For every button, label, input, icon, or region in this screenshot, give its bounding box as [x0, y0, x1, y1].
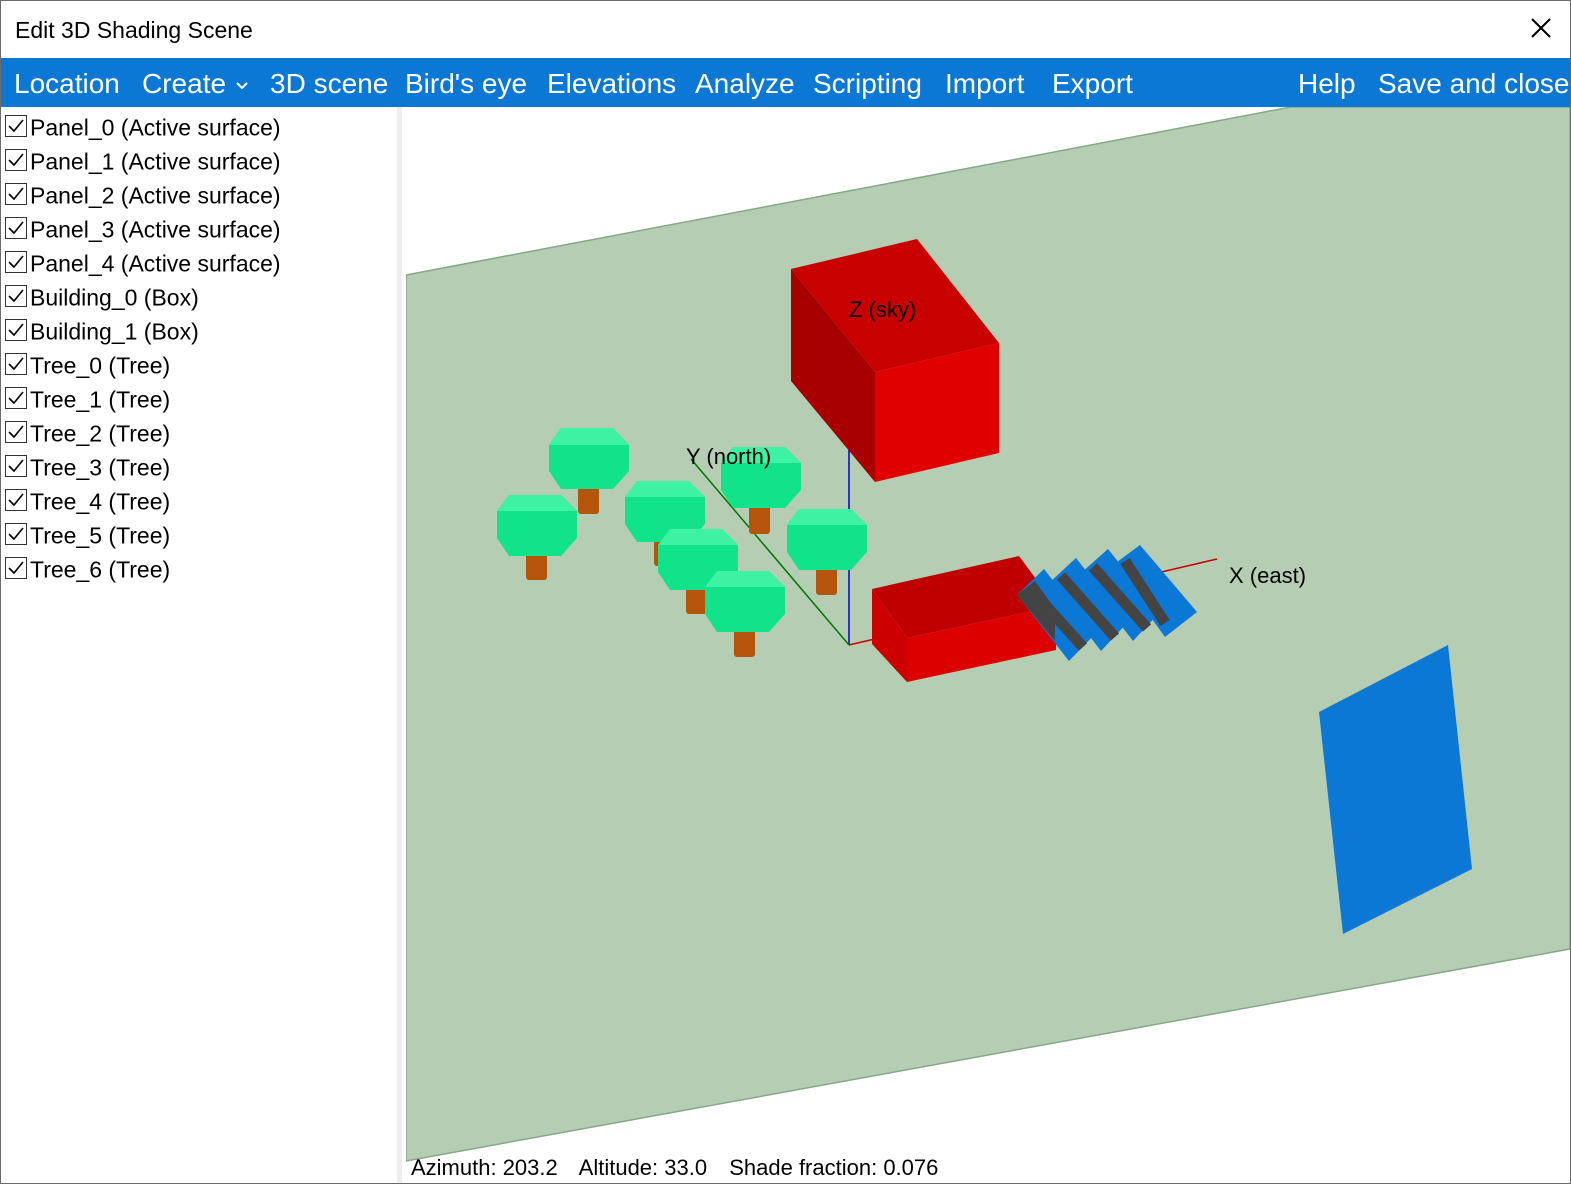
checkbox[interactable] — [5, 556, 27, 579]
menu-import[interactable]: Import — [945, 68, 1024, 100]
check-icon — [8, 221, 24, 235]
object-label: Panel_1 (Active surface) — [30, 148, 281, 175]
checkbox[interactable] — [5, 318, 27, 341]
object-row[interactable]: Panel_1 (Active surface) — [5, 147, 281, 177]
check-icon — [8, 425, 24, 439]
scene-canvas[interactable]: Z (sky) Y (north) X (east) — [406, 107, 1570, 1183]
checkbox[interactable] — [5, 250, 27, 273]
check-icon — [8, 391, 24, 405]
check-icon — [8, 561, 24, 575]
checkbox[interactable] — [5, 216, 27, 239]
menu-elevations[interactable]: Elevations — [547, 68, 676, 100]
check-icon — [8, 527, 24, 541]
shade-fraction-readout: Shade fraction: 0.076 — [729, 1155, 939, 1180]
3d-viewport[interactable]: Z (sky) Y (north) X (east) — [406, 107, 1570, 1183]
checkbox[interactable] — [5, 284, 27, 307]
menu-birds-eye[interactable]: Bird's eye — [405, 68, 527, 100]
object-label: Tree_4 (Tree) — [30, 488, 171, 515]
menu-help[interactable]: Help — [1298, 68, 1356, 100]
object-row[interactable]: Tree_3 (Tree) — [5, 453, 170, 483]
window-title: Edit 3D Shading Scene — [15, 17, 253, 43]
menu-location[interactable]: Location — [14, 68, 120, 100]
status-readout: Azimuth: 203.2 Altitude: 33.0 Shade frac… — [411, 1155, 954, 1181]
object-label: Tree_3 (Tree) — [30, 454, 171, 481]
menu-scripting[interactable]: Scripting — [813, 68, 922, 100]
check-icon — [8, 459, 24, 473]
chevron-down-icon — [236, 81, 248, 90]
menu-create[interactable]: Create — [142, 68, 248, 100]
menu-create-label: Create — [142, 68, 227, 99]
checkbox[interactable] — [5, 488, 27, 511]
object-label: Panel_2 (Active surface) — [30, 182, 281, 209]
checkbox[interactable] — [5, 148, 27, 171]
object-row[interactable]: Panel_0 (Active surface) — [5, 113, 281, 143]
object-row[interactable]: Tree_5 (Tree) — [5, 521, 170, 551]
title-bar: Edit 3D Shading Scene — [1, 1, 1570, 57]
object-row[interactable]: Tree_6 (Tree) — [5, 555, 170, 585]
checkbox[interactable] — [5, 386, 27, 409]
menu-export[interactable]: Export — [1052, 68, 1133, 100]
checkbox[interactable] — [5, 182, 27, 205]
object-row[interactable]: Panel_3 (Active surface) — [5, 215, 281, 245]
check-icon — [8, 255, 24, 269]
menu-save-and-close[interactable]: Save and close — [1378, 68, 1569, 100]
check-icon — [8, 323, 24, 337]
check-icon — [8, 289, 24, 303]
object-row[interactable]: Building_0 (Box) — [5, 283, 199, 313]
object-label: Panel_0 (Active surface) — [30, 114, 281, 141]
object-row[interactable]: Panel_2 (Active surface) — [5, 181, 281, 211]
object-row[interactable]: Panel_4 (Active surface) — [5, 249, 281, 279]
y-axis-label: Y (north) — [686, 444, 771, 469]
check-icon — [8, 493, 24, 507]
object-label: Tree_0 (Tree) — [30, 352, 171, 379]
checkbox[interactable] — [5, 420, 27, 443]
edit-3d-shading-scene-window: Edit 3D Shading Scene Location Create 3D… — [0, 0, 1571, 1184]
check-icon — [8, 187, 24, 201]
altitude-readout: Altitude: 33.0 — [578, 1155, 708, 1180]
checkbox[interactable] — [5, 114, 27, 137]
azimuth-readout: Azimuth: 203.2 — [411, 1155, 558, 1180]
object-list: Panel_0 (Active surface) Panel_1 (Active … — [1, 107, 402, 1183]
checkbox[interactable] — [5, 522, 27, 545]
object-label: Tree_2 (Tree) — [30, 420, 171, 447]
object-label: Building_0 (Box) — [30, 284, 199, 311]
object-label: Tree_5 (Tree) — [30, 522, 171, 549]
menu-analyze[interactable]: Analyze — [695, 68, 795, 100]
object-row[interactable]: Tree_4 (Tree) — [5, 487, 170, 517]
object-label: Panel_3 (Active surface) — [30, 216, 281, 243]
menu-bar: Location Create 3D scene Bird's eye Elev… — [1, 58, 1570, 107]
object-label: Tree_1 (Tree) — [30, 386, 171, 413]
object-label: Tree_6 (Tree) — [30, 556, 171, 583]
close-icon[interactable] — [1526, 13, 1556, 43]
object-row[interactable]: Tree_1 (Tree) — [5, 385, 170, 415]
object-row[interactable]: Building_1 (Box) — [5, 317, 199, 347]
object-label: Building_1 (Box) — [30, 318, 199, 345]
checkbox[interactable] — [5, 352, 27, 375]
check-icon — [8, 357, 24, 371]
check-icon — [8, 153, 24, 167]
x-axis-label: X (east) — [1229, 563, 1306, 588]
menu-3d-scene[interactable]: 3D scene — [270, 68, 388, 100]
object-row[interactable]: Tree_2 (Tree) — [5, 419, 170, 449]
object-label: Panel_4 (Active surface) — [30, 250, 281, 277]
sidebar-divider[interactable] — [397, 107, 402, 1183]
checkbox[interactable] — [5, 454, 27, 477]
object-row[interactable]: Tree_0 (Tree) — [5, 351, 170, 381]
check-icon — [8, 119, 24, 133]
z-axis-label: Z (sky) — [849, 297, 916, 322]
